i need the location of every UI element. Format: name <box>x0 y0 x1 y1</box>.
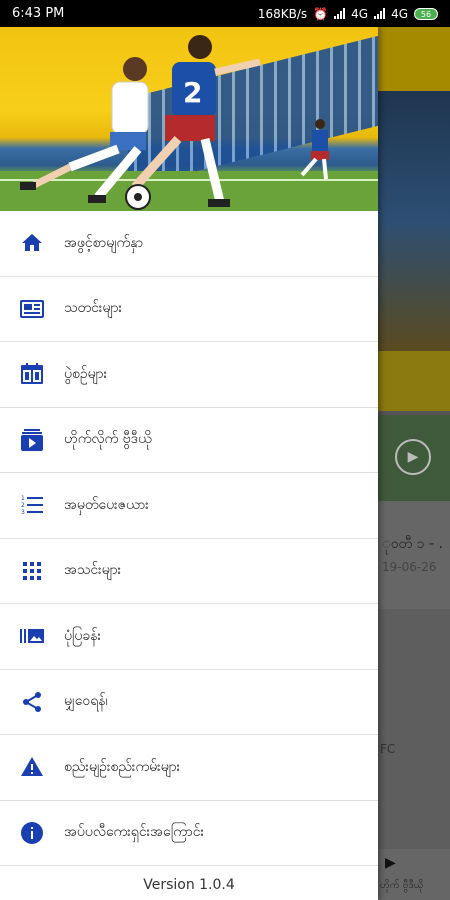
menu-label: အမှတ်ပေးဇယား <box>64 496 149 513</box>
alarm-icon: ⏰ <box>313 6 329 21</box>
menu-label: မျှဝေရန်၊ <box>64 693 108 710</box>
network-speed: 168KB/s <box>257 6 308 21</box>
menu-item-standings[interactable]: 123 အမှတ်ပေးဇယား <box>0 473 378 539</box>
football-players-illustration: 2 <box>20 35 329 210</box>
bg-toolbar <box>378 27 450 91</box>
menu-item-terms[interactable]: စည်းမျဉ်းစည်းကမ်းများ <box>0 735 378 801</box>
network-type-1: 4G <box>351 6 369 21</box>
bg-bottom-label: ဟိုက် ဗွီဒီယို <box>380 880 424 891</box>
menu-item-news[interactable]: သတင်းများ <box>0 277 378 342</box>
drawer-menu: အဖွင့်စာမျက်နှာ သတင်းများ ပွဲစဉ်များ ဟို… <box>0 211 378 866</box>
gallery-icon <box>0 624 64 648</box>
list-icon: 123 <box>0 493 64 517</box>
svg-text:2: 2 <box>21 502 25 509</box>
network-type-2: 4G <box>391 6 408 21</box>
svg-text:1: 1 <box>21 495 25 502</box>
menu-label: အသင်းများ <box>64 562 122 579</box>
grid-icon <box>0 559 64 583</box>
menu-item-highlight-video[interactable]: ဟိုက်လိုက် ဗွီဒီယို <box>0 408 378 473</box>
bg-banner <box>378 351 450 411</box>
video-icon <box>0 428 64 452</box>
play-icon: ▶ <box>395 439 431 475</box>
warning-icon <box>0 755 64 779</box>
menu-label: သတင်းများ <box>64 300 123 317</box>
menu-item-teams[interactable]: အသင်းများ <box>0 539 378 604</box>
video-icon: ▶ <box>385 855 396 871</box>
navigation-drawer: 2 အဖွင့်စာမျက်နှာ သတင်းများ ပွဲစဉ်များ ဟ… <box>0 27 378 900</box>
info-icon <box>0 821 64 845</box>
menu-item-about[interactable]: အပ်ပလီကေးရှင်းအကြောင်း <box>0 801 378 866</box>
home-icon <box>0 231 64 255</box>
newspaper-icon <box>0 297 64 321</box>
app-version: Version 1.0.4 <box>143 877 235 893</box>
menu-label: အပ်ပလီကေးရှင်းအကြောင်း <box>64 824 205 841</box>
bg-featured-image <box>378 91 450 351</box>
menu-item-home[interactable]: အဖွင့်စာမျက်နှာ <box>0 211 378 277</box>
svg-text:2: 2 <box>183 76 202 109</box>
menu-item-fixtures[interactable]: ပွဲစဉ်များ <box>0 342 378 408</box>
share-icon <box>0 690 64 714</box>
drawer-header-image: 2 <box>0 27 378 211</box>
bg-news-date: 19-06-26 <box>382 560 437 574</box>
menu-label: ပွဲစဉ်များ <box>64 365 108 382</box>
battery-icon: 56 <box>414 7 438 20</box>
signal-icon <box>334 8 346 19</box>
bg-fc-label: FC <box>380 742 396 756</box>
menu-item-gallery[interactable]: ပုံပြခန်း <box>0 604 378 670</box>
fixtures-icon <box>0 362 64 386</box>
menu-label: ပုံပြခန်း <box>64 627 101 644</box>
svg-text:3: 3 <box>21 509 25 516</box>
menu-label: အဖွင့်စာမျက်နှာ <box>64 234 144 251</box>
bg-news-title: ုဝတီ ၁ - . <box>382 536 443 552</box>
menu-label: ဟိုက်လိုက် ဗွီဒီယို <box>64 431 152 448</box>
menu-label: စည်းမျဉ်းစည်းကမ်းများ <box>64 758 181 775</box>
menu-item-share[interactable]: မျှဝေရန်၊ <box>0 670 378 735</box>
status-time: 6:43 PM <box>12 6 65 21</box>
status-indicators: 168KB/s ⏰ 4G 4G 56 <box>258 7 438 21</box>
status-bar: 6:43 PM 168KB/s ⏰ 4G 4G 56 <box>0 0 450 27</box>
signal-icon-2 <box>374 8 386 19</box>
bg-list <box>378 609 450 849</box>
